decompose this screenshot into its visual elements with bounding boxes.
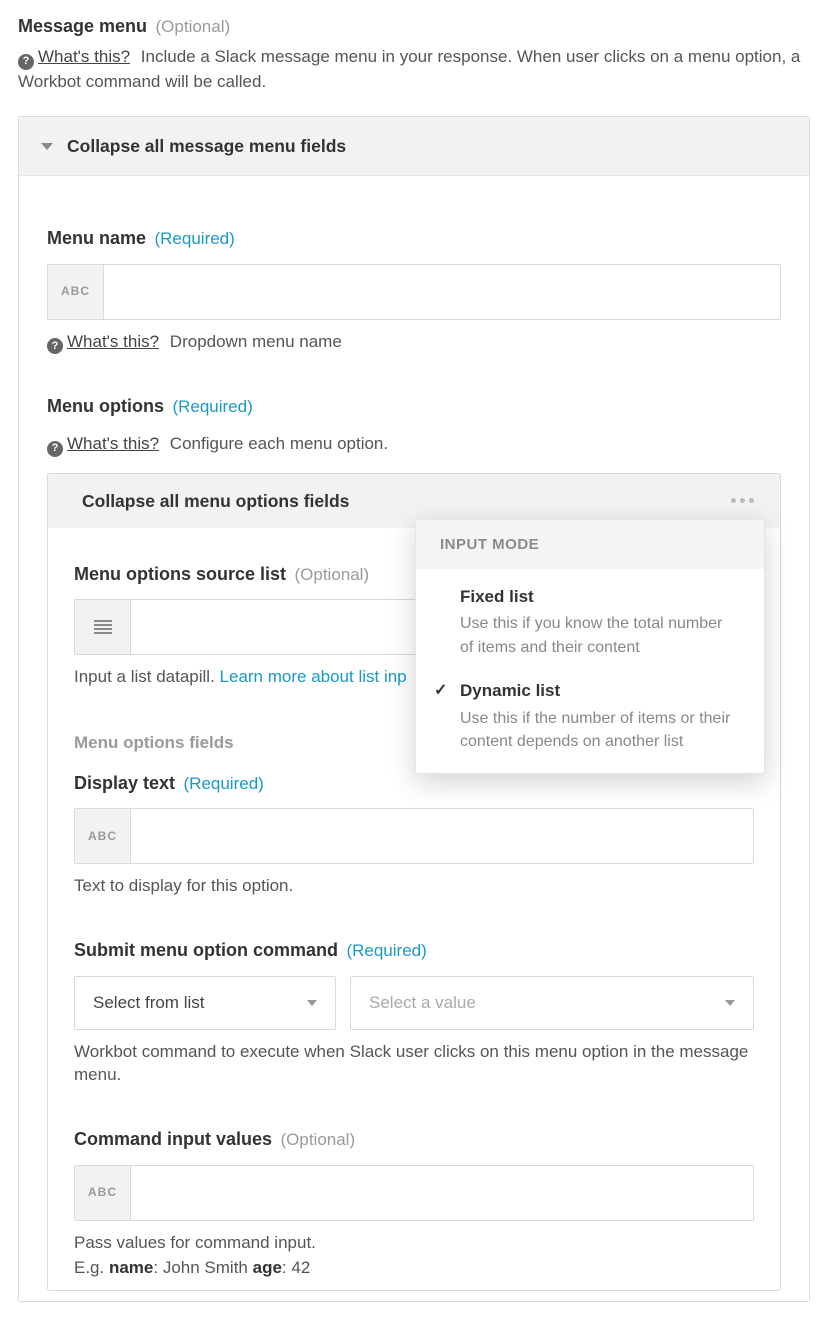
- input-mode-popover: INPUT MODE Fixed list Use this if you kn…: [415, 519, 765, 774]
- dynamic-list-desc: Use this if the number of items or their…: [460, 707, 740, 753]
- list-type-icon: [75, 600, 131, 654]
- select-from-list-dropdown[interactable]: Select from list: [74, 976, 336, 1030]
- source-list-badge: (Optional): [294, 565, 369, 584]
- select-from-list-label: Select from list: [93, 991, 204, 1015]
- input-mode-fixed-list[interactable]: Fixed list Use this if you know the tota…: [416, 569, 764, 663]
- collapse-all-label: Collapse all message menu fields: [67, 134, 346, 159]
- command-input-help1: Pass values for command input.: [74, 1231, 754, 1255]
- display-text-help: Text to display for this option.: [74, 874, 754, 898]
- command-input-eg: E.g.: [74, 1258, 109, 1277]
- command-input-input[interactable]: [131, 1166, 753, 1220]
- help-icon: ?: [18, 54, 34, 70]
- menu-name-input[interactable]: [104, 265, 780, 319]
- collapse-all-message-menu[interactable]: Collapse all message menu fields: [19, 117, 809, 177]
- source-list-label: Menu options source list: [74, 564, 286, 584]
- menu-options-field: Menu options (Required) ?What's this? Co…: [47, 394, 781, 1291]
- select-value-placeholder: Select a value: [369, 991, 476, 1015]
- learn-more-link[interactable]: Learn more about list inp: [220, 667, 407, 686]
- popover-header: INPUT MODE: [416, 520, 764, 569]
- command-input-label: Command input values: [74, 1129, 272, 1149]
- menu-options-help: Configure each menu option.: [170, 434, 388, 453]
- message-menu-desc: Include a Slack message menu in your res…: [18, 47, 800, 91]
- menu-name-help: Dropdown menu name: [170, 332, 342, 351]
- eg-age-label: age: [253, 1258, 282, 1277]
- eg-name-val: John Smith: [163, 1258, 253, 1277]
- message-menu-badge: (Optional): [156, 17, 231, 36]
- chevron-down-icon: [307, 1000, 317, 1006]
- help-icon: ?: [47, 441, 63, 457]
- fixed-list-desc: Use this if you know the total number of…: [460, 612, 740, 658]
- menu-name-badge: (Required): [154, 229, 234, 248]
- chevron-down-icon: [725, 1000, 735, 1006]
- message-menu-card: Collapse all message menu fields Menu na…: [18, 116, 810, 1302]
- input-mode-dynamic-list[interactable]: Dynamic list Use this if the number of i…: [416, 663, 764, 757]
- more-options-button[interactable]: [725, 492, 760, 509]
- submit-command-badge: (Required): [346, 941, 426, 960]
- message-menu-title: Message menu: [18, 16, 147, 36]
- text-type-icon: ABC: [75, 1166, 131, 1220]
- menu-options-badge: (Required): [172, 397, 252, 416]
- chevron-down-icon: [41, 143, 53, 150]
- menu-options-label: Menu options: [47, 396, 164, 416]
- collapse-inner-label: Collapse all menu options fields: [82, 489, 349, 514]
- message-menu-header: Message menu (Optional): [18, 14, 810, 39]
- command-input-field: Command input values (Optional) ABC Pass…: [74, 1127, 754, 1280]
- whats-this-link[interactable]: What's this?: [67, 434, 159, 453]
- command-input-row: ABC: [74, 1165, 754, 1221]
- help-icon: ?: [47, 338, 63, 354]
- display-text-badge: (Required): [184, 774, 264, 793]
- display-text-input[interactable]: [131, 809, 753, 863]
- text-type-icon: ABC: [75, 809, 131, 863]
- menu-name-input-row: ABC: [47, 264, 781, 320]
- whats-this-link[interactable]: What's this?: [67, 332, 159, 351]
- eg-age-val: 42: [291, 1258, 310, 1277]
- display-text-label: Display text: [74, 773, 175, 793]
- select-value-dropdown[interactable]: Select a value: [350, 976, 754, 1030]
- display-text-field: Display text (Required) ABC Text to disp…: [74, 771, 754, 898]
- whats-this-link[interactable]: What's this?: [38, 47, 130, 66]
- eg-name-label: name: [109, 1258, 153, 1277]
- menu-name-label: Menu name: [47, 228, 146, 248]
- source-list-help-prefix: Input a list datapill.: [74, 667, 220, 686]
- text-type-icon: ABC: [48, 265, 104, 319]
- command-input-badge: (Optional): [280, 1130, 355, 1149]
- submit-command-label: Submit menu option command: [74, 940, 338, 960]
- menu-name-field: Menu name (Required) ABC ?What's this? D…: [47, 226, 781, 354]
- message-menu-help-row: ?What's this? Include a Slack message me…: [18, 45, 810, 94]
- submit-command-field: Submit menu option command (Required) Se…: [74, 938, 754, 1087]
- dynamic-list-title: Dynamic list: [460, 679, 740, 703]
- submit-command-help: Workbot command to execute when Slack us…: [74, 1040, 754, 1088]
- display-text-input-row: ABC: [74, 808, 754, 864]
- fixed-list-title: Fixed list: [460, 585, 740, 609]
